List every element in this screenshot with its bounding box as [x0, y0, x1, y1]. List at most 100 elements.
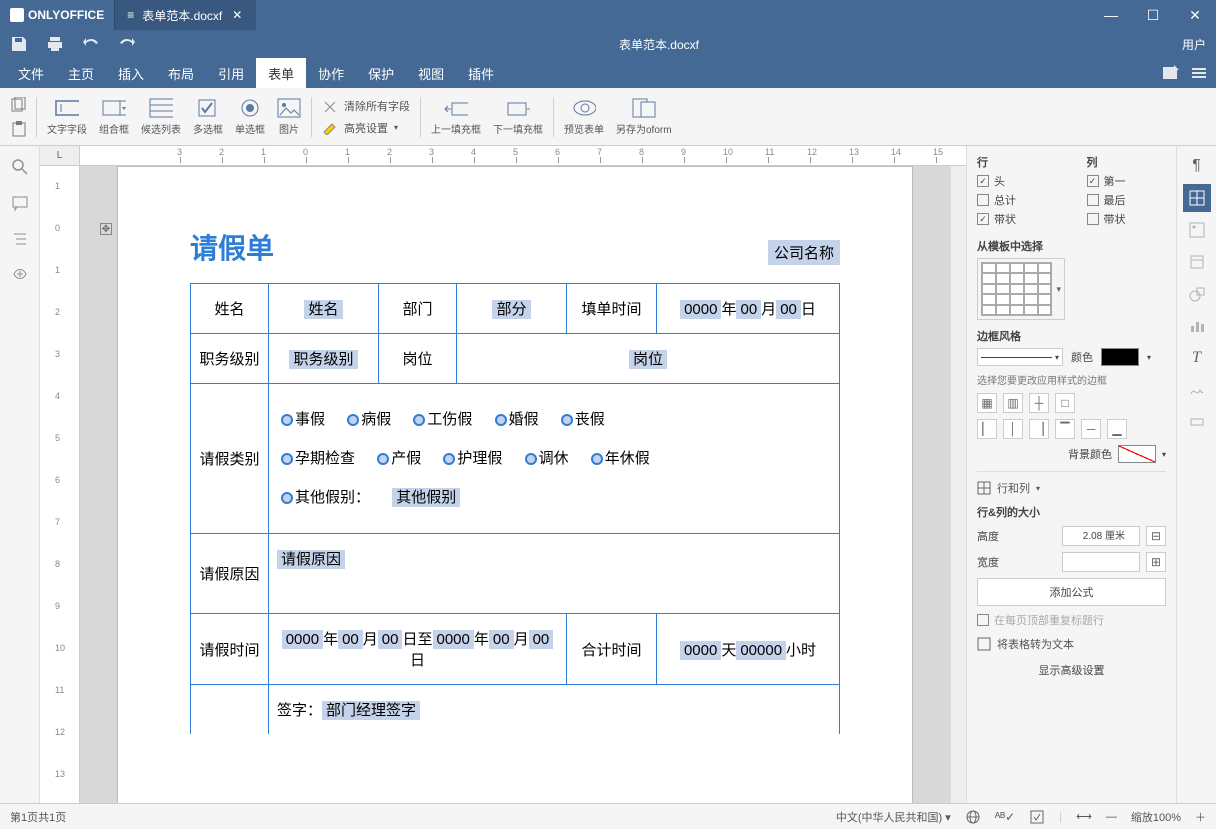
comments-icon[interactable] [11, 194, 29, 212]
border-box-icon[interactable]: □ [1055, 393, 1075, 413]
chk-header[interactable]: 头 [977, 173, 1057, 189]
redo-icon[interactable] [118, 35, 136, 53]
combo-button[interactable]: 组合框 [93, 95, 135, 138]
preview-button[interactable]: 预览表单 [558, 95, 610, 138]
menu-protect[interactable]: 保护 [356, 58, 406, 89]
header-tab-icon[interactable] [1183, 248, 1211, 276]
document-tab[interactable]: ≡ 表单范本.docxf ✕ [114, 0, 256, 30]
zoom-in-button[interactable]: ＋ [1195, 809, 1206, 825]
field-reason[interactable]: 请假原因 [277, 550, 345, 569]
copy-icon[interactable] [10, 97, 28, 113]
border-left-icon[interactable]: ▏ [977, 419, 997, 439]
border-inner-icon[interactable]: ▥ [1003, 393, 1023, 413]
zoom-out-button[interactable]: — [1106, 811, 1117, 823]
chk-banded-row[interactable]: 带状 [977, 211, 1057, 227]
print-icon[interactable] [46, 35, 64, 53]
table-to-text-link[interactable]: 将表格转为文本 [977, 636, 1166, 652]
signature-tab-icon[interactable] [1183, 376, 1211, 404]
radio-sick[interactable]: 病假 [347, 411, 391, 428]
search-icon[interactable] [11, 158, 29, 176]
undo-icon[interactable] [82, 35, 100, 53]
vertical-scrollbar[interactable] [950, 166, 966, 803]
close-button[interactable]: ✕ [1174, 0, 1216, 30]
checkbox-button[interactable]: 多选框 [187, 95, 229, 138]
radio-injury[interactable]: 工伤假 [413, 411, 472, 428]
field-rank[interactable]: 职务级别 [289, 350, 357, 369]
border-horiz-icon[interactable]: ─ [1081, 419, 1101, 439]
border-bottom-icon[interactable]: ▁ [1107, 419, 1127, 439]
more-icon[interactable] [1188, 62, 1210, 84]
text-field-button[interactable]: 文字字段 [41, 95, 93, 138]
radio-prenatal[interactable]: 孕期检查 [281, 450, 355, 467]
paragraph-tab-icon[interactable]: ¶ [1183, 152, 1211, 180]
chart-tab-icon[interactable] [1183, 312, 1211, 340]
border-vert-icon[interactable]: │ [1003, 419, 1023, 439]
field-name[interactable]: 姓名 [304, 300, 342, 319]
paste-icon[interactable] [10, 121, 28, 137]
open-location-icon[interactable] [1160, 62, 1182, 84]
headings-icon[interactable] [11, 230, 29, 248]
field-post[interactable]: 岗位 [629, 350, 667, 369]
field-dept[interactable]: 部分 [492, 300, 530, 319]
dropdown-button[interactable]: 候选列表 [135, 95, 187, 138]
minimize-button[interactable]: — [1090, 0, 1132, 30]
menu-file[interactable]: 文件 [6, 58, 56, 89]
radio-annual[interactable]: 年休假 [591, 450, 650, 467]
radio-compensatory[interactable]: 调休 [525, 450, 569, 467]
chk-last[interactable]: 最后 [1087, 192, 1167, 208]
field-filldate[interactable]: 0000年00月00日 [657, 284, 840, 334]
menu-collab[interactable]: 协作 [306, 58, 356, 89]
rows-cols-dropdown[interactable]: 行和列▾ [977, 480, 1166, 496]
chk-first[interactable]: 第一 [1087, 173, 1167, 189]
zoom-level[interactable]: 缩放100% [1131, 809, 1181, 825]
border-outer-icon[interactable]: ▦ [977, 393, 997, 413]
menu-insert[interactable]: 插入 [106, 58, 156, 89]
menu-home[interactable]: 主页 [56, 58, 106, 89]
radio-marriage[interactable]: 婚假 [495, 411, 539, 428]
vertical-ruler[interactable]: 101234567891011121314 [40, 166, 80, 803]
feedback-icon[interactable] [11, 266, 29, 284]
chk-total[interactable]: 总计 [977, 192, 1057, 208]
form-tab-icon[interactable] [1183, 408, 1211, 436]
radio-button[interactable]: 单选框 [229, 95, 271, 138]
highlight-button[interactable]: 高亮设置▾ [322, 120, 410, 136]
border-cross-icon[interactable]: ┼ [1029, 393, 1049, 413]
table-tab-icon[interactable] [1183, 184, 1211, 212]
table-anchor-icon[interactable]: ✥ [100, 223, 112, 235]
field-total[interactable]: 0000天00000小时 [657, 614, 840, 685]
form-table[interactable]: 姓名 姓名 部门 部分 填单时间 0000年00月00日 职务级别 职务级别 岗… [190, 283, 840, 734]
image-tab-icon[interactable] [1183, 216, 1211, 244]
radio-personal[interactable]: 事假 [281, 411, 325, 428]
fit-width-icon[interactable]: ⟷ [1076, 810, 1092, 823]
textart-tab-icon[interactable]: T [1183, 344, 1211, 372]
prev-field-button[interactable]: 上一填充框 [425, 95, 487, 138]
menu-view[interactable]: 视图 [406, 58, 456, 89]
spellcheck-icon[interactable]: ᴬᴮ✓ [995, 810, 1015, 824]
field-other-type[interactable]: 其他假别 [392, 488, 460, 507]
horizontal-ruler[interactable]: /*ticks drawn below*/ 321012345678910111… [80, 146, 966, 166]
shape-tab-icon[interactable] [1183, 280, 1211, 308]
clear-fields-button[interactable]: 清除所有字段 [322, 98, 410, 114]
globe-icon[interactable] [965, 809, 981, 825]
chk-repeat-header[interactable]: 在每页顶部重复标题行 [977, 612, 1166, 628]
field-mgr-sign[interactable]: 部门经理签字 [322, 701, 420, 720]
distribute-rows-icon[interactable]: ⊟ [1146, 526, 1166, 546]
radio-other[interactable]: 其他假别： [281, 489, 370, 506]
radio-nursing[interactable]: 护理假 [443, 450, 502, 467]
border-top-icon[interactable]: ▔ [1055, 419, 1075, 439]
menu-forms[interactable]: 表单 [256, 58, 306, 89]
next-field-button[interactable]: 下一填充框 [487, 95, 549, 138]
radio-funeral[interactable]: 丧假 [561, 411, 605, 428]
template-picker[interactable]: ▾ [977, 258, 1065, 320]
advanced-settings-link[interactable]: 显示高级设置 [1039, 665, 1105, 677]
tracking-icon[interactable] [1029, 809, 1045, 825]
border-color-swatch[interactable] [1101, 348, 1139, 366]
border-width-select[interactable]: ▾ [977, 348, 1063, 366]
border-right-icon[interactable]: ▕ [1029, 419, 1049, 439]
page-indicator[interactable]: 第1页共1页 [10, 809, 66, 825]
height-input[interactable]: 2.08 厘米 [1062, 526, 1140, 546]
user-label[interactable]: 用户 [1182, 36, 1206, 53]
menu-references[interactable]: 引用 [206, 58, 256, 89]
width-input[interactable] [1062, 552, 1140, 572]
company-field[interactable]: 公司名称 [768, 240, 840, 265]
